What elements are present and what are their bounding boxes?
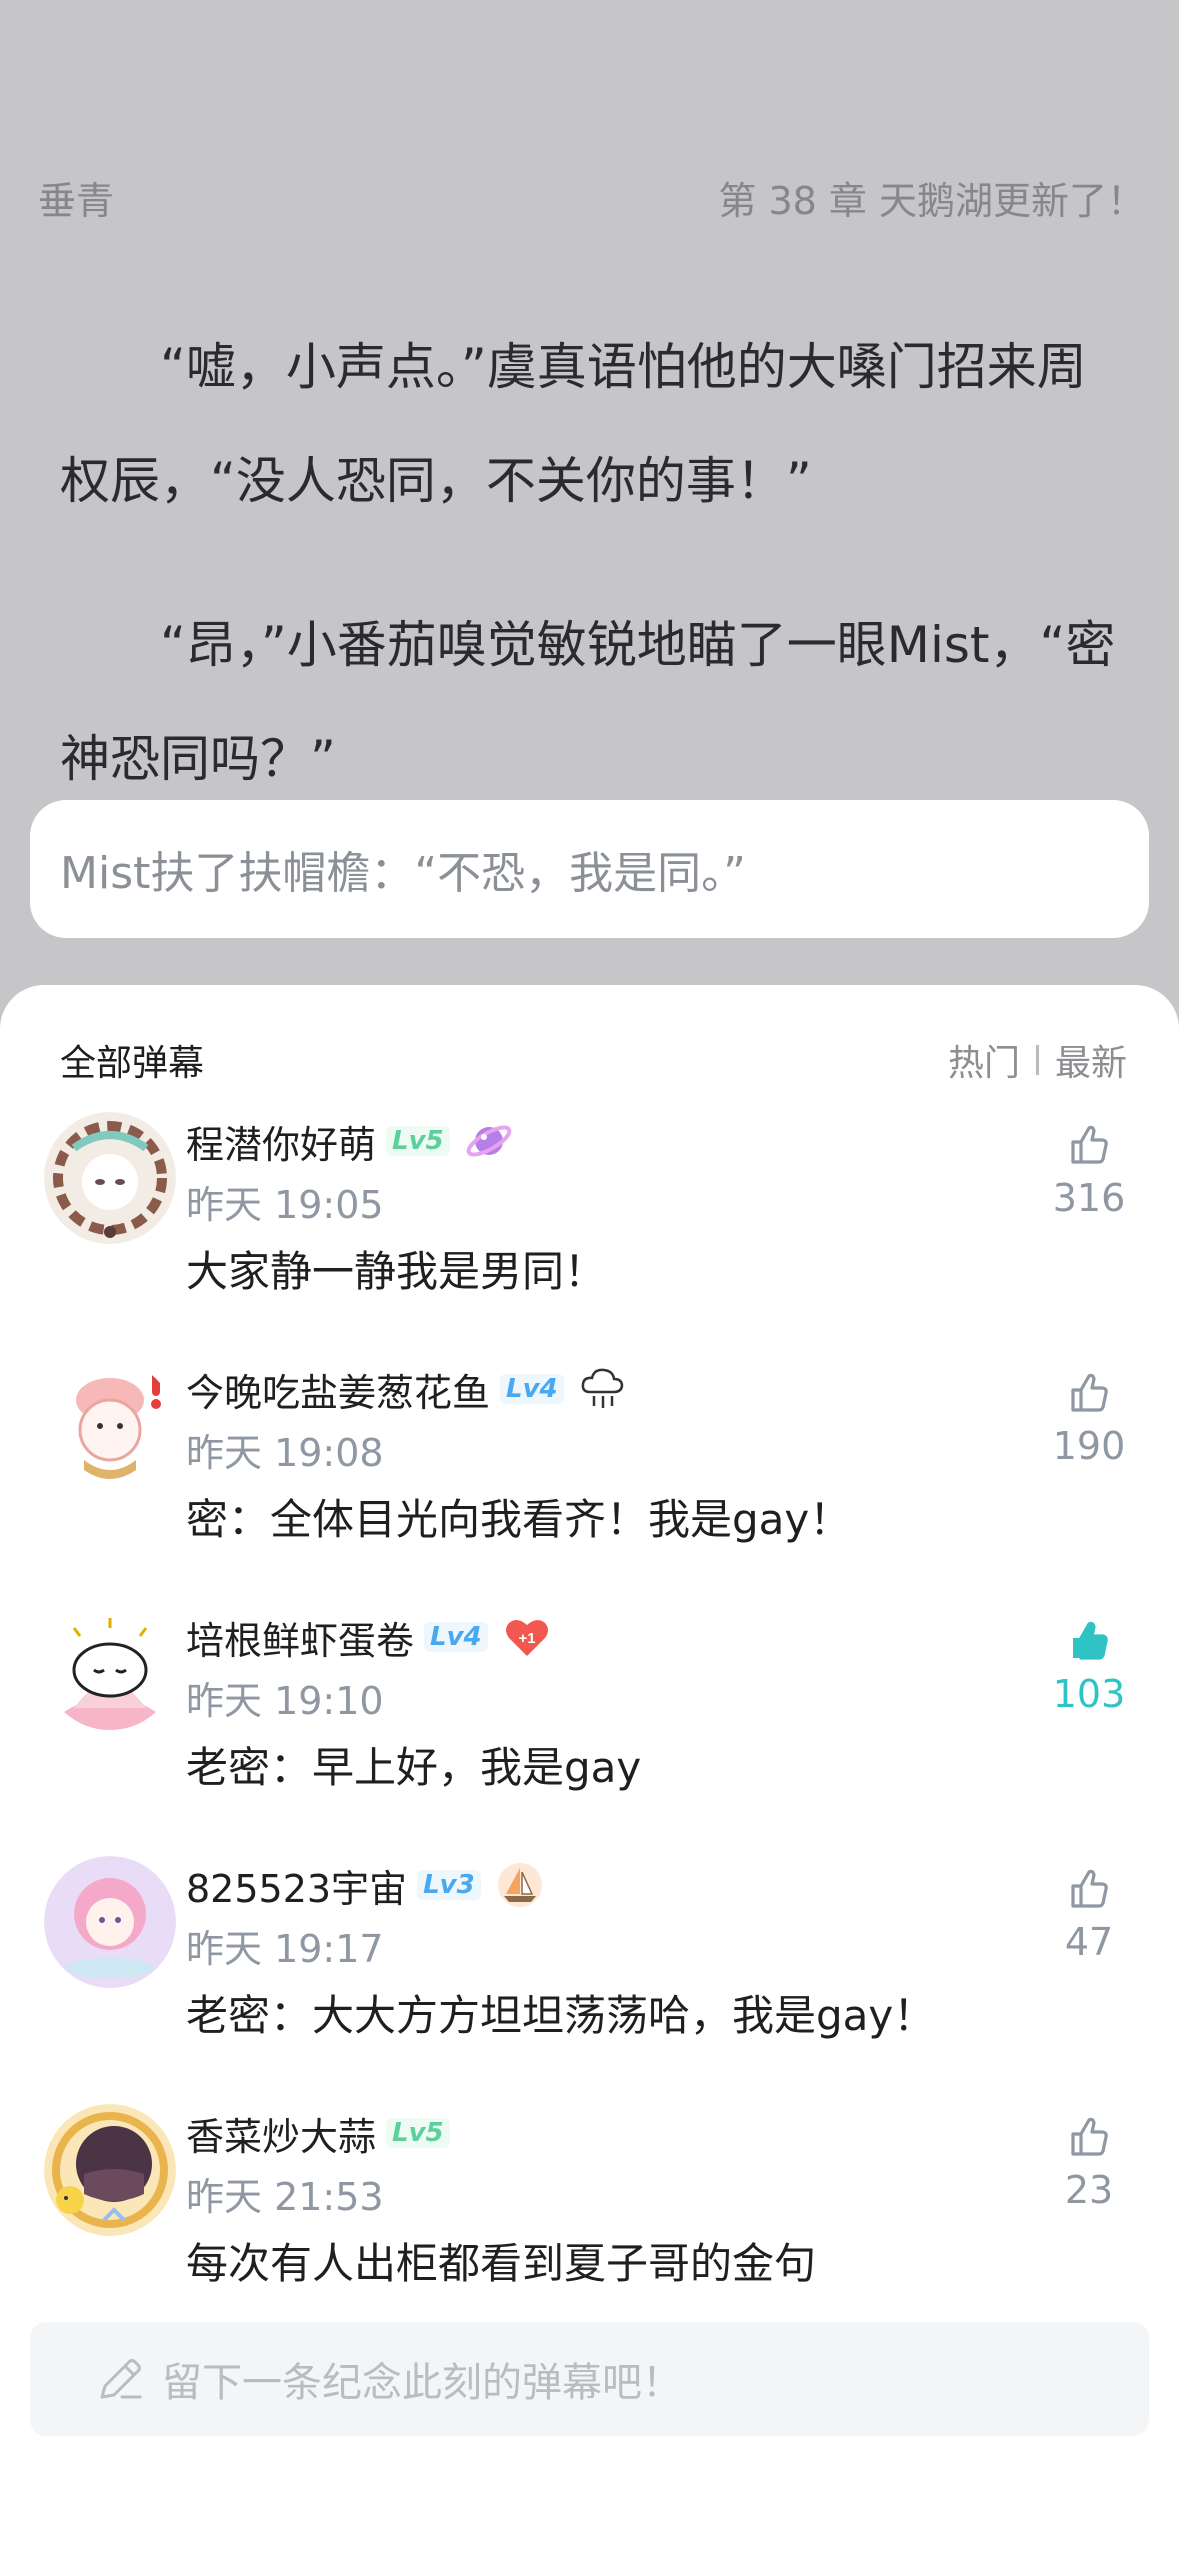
- like-count: 316: [1052, 1176, 1126, 1220]
- like-count: 190: [1052, 1424, 1126, 1468]
- comment-item: 培根鲜虾蛋卷 Lv4 +1 昨天 19:10 老密：早上好，我是gay 103: [0, 1608, 1179, 1856]
- comment-time: 昨天 19:17: [186, 1927, 384, 1971]
- sort-tabs: 热门 最新: [948, 1034, 1127, 1086]
- avatar[interactable]: [44, 1608, 176, 1740]
- thumbs-up-icon: [1071, 2117, 1108, 2156]
- comment-item: 825523宇宙 Lv3 昨天 19:17 老密：大大方方坦坦荡荡哈，我是gay…: [0, 1856, 1179, 2104]
- thumbs-up-icon: [1071, 1869, 1108, 1908]
- avatar-illustration: [44, 1112, 176, 1244]
- sort-hot-tab[interactable]: 热门: [948, 1034, 1020, 1086]
- comment-time: 昨天 19:08: [186, 1431, 384, 1475]
- comment-time: 昨天 21:53: [186, 2175, 384, 2219]
- level-badge: Lv4: [500, 1374, 564, 1404]
- danmaku-header: 全部弹幕 热门 最新: [60, 1035, 1127, 1085]
- avatar[interactable]: [44, 1360, 176, 1492]
- comment-author-row: 今晚吃盐姜葱花鱼 Lv4: [186, 1362, 628, 1416]
- highlighted-quote-card[interactable]: Mist扶了扶帽檐：“不恐，我是同。”: [30, 800, 1149, 938]
- like-count: 23: [1064, 2168, 1114, 2212]
- comment-author-row: 程潜你好萌 Lv5: [186, 1114, 514, 1168]
- comment-text: 老密：早上好，我是gay: [186, 1743, 642, 1792]
- level-badge: Lv5: [386, 2118, 450, 2148]
- avatar[interactable]: [44, 1112, 176, 1244]
- danmaku-sheet: 全部弹幕 热门 最新 程潜你好萌 Lv5 昨天 19:05 大家静一静我是男同！…: [0, 985, 1179, 2556]
- comment-author-row: 825523宇宙 Lv3: [186, 1858, 545, 1912]
- comment-item: 今晚吃盐姜葱花鱼 Lv4 昨天 19:08 密：全体目光向我看齐！我是gay！ …: [0, 1360, 1179, 1608]
- like-button[interactable]: 23: [1049, 2112, 1129, 2212]
- avatar-illustration: [44, 1856, 176, 1988]
- comment-text: 每次有人出柜都看到夏子哥的金句: [186, 2239, 817, 2288]
- comment-author-name[interactable]: 香菜炒大蒜: [186, 2106, 376, 2161]
- comment-time: 昨天 19:05: [186, 1183, 384, 1227]
- comment-author-row: 培根鲜虾蛋卷 Lv4 +1: [186, 1610, 552, 1664]
- reader-header: 垂青 第 38 章 天鹅湖更新了！: [0, 0, 1179, 223]
- like-button[interactable]: 190: [1049, 1368, 1129, 1468]
- heart-plus-one-medal-icon: +1: [505, 1619, 548, 1656]
- comment-author-name[interactable]: 培根鲜虾蛋卷: [186, 1610, 414, 1665]
- avatar-illustration: [44, 1608, 176, 1740]
- level-badge: Lv4: [424, 1622, 488, 1652]
- avatar[interactable]: [44, 1856, 176, 1988]
- cloud-medal-icon: [581, 1368, 623, 1408]
- sailboat-medal-icon: [497, 1863, 542, 1907]
- level-badge: Lv3: [417, 1870, 481, 1900]
- thumbs-up-icon: [1071, 1125, 1108, 1164]
- like-count: 47: [1064, 1920, 1114, 1964]
- comment-item: 程潜你好萌 Lv5 昨天 19:05 大家静一静我是男同！ 316: [0, 1112, 1179, 1360]
- danmaku-input[interactable]: 留下一条纪念此刻的弹幕吧！: [30, 2322, 1149, 2436]
- danmaku-input-placeholder: 留下一条纪念此刻的弹幕吧！: [162, 2360, 682, 2406]
- like-button[interactable]: 316: [1049, 1120, 1129, 1220]
- comment-author-row: 香菜炒大蒜 Lv5: [186, 2106, 450, 2160]
- sort-divider: [1035, 1045, 1039, 1075]
- pen-icon: [100, 2359, 142, 2399]
- highlighted-quote-text: Mist扶了扶帽檐：“不恐，我是同。”: [60, 848, 746, 899]
- planet-medal-icon: [466, 1125, 511, 1157]
- story-paragraph: “昂，”小番茄嗅觉敏锐地瞄了一眼Mist，“密神恐同吗？”: [60, 616, 1116, 788]
- danmaku-title: 全部弹幕: [60, 1043, 205, 1084]
- level-badge: Lv5: [386, 1126, 450, 1156]
- comment-author-name[interactable]: 今晚吃盐姜葱花鱼: [186, 1362, 490, 1417]
- like-button[interactable]: 47: [1049, 1864, 1129, 1964]
- medal-plus-one-text: +1: [518, 1630, 535, 1647]
- avatar-illustration: [44, 1360, 176, 1492]
- like-button-active[interactable]: 103: [1049, 1616, 1129, 1716]
- avatar[interactable]: [44, 2104, 176, 2236]
- story-paragraph: “嘘，小声点。”虞真语怕他的大嗓门招来周权辰，“没人恐同，不关你的事！”: [60, 338, 1087, 510]
- comment-item: 香菜炒大蒜 Lv5 昨天 21:53 每次有人出柜都看到夏子哥的金句 23: [0, 2104, 1179, 2352]
- chapter-title: 第 38 章 天鹅湖更新了！: [718, 179, 1145, 223]
- comment-time: 昨天 19:10: [186, 1679, 384, 1723]
- comment-text: 密：全体目光向我看齐！我是gay！: [186, 1495, 852, 1544]
- thumbs-up-icon: [1071, 1373, 1108, 1412]
- like-count: 103: [1052, 1672, 1126, 1716]
- book-title: 垂青: [38, 179, 115, 223]
- avatar-illustration: [44, 2104, 176, 2236]
- comment-text: 大家静一静我是男同！: [186, 1247, 607, 1296]
- comment-author-name[interactable]: 程潜你好萌: [186, 1114, 376, 1169]
- sort-new-tab[interactable]: 最新: [1055, 1034, 1127, 1086]
- thumbs-up-filled-icon: [1073, 1621, 1108, 1660]
- comment-text: 老密：大大方方坦坦荡荡哈，我是gay！: [186, 1991, 936, 2040]
- comment-author-name[interactable]: 825523宇宙: [186, 1858, 407, 1913]
